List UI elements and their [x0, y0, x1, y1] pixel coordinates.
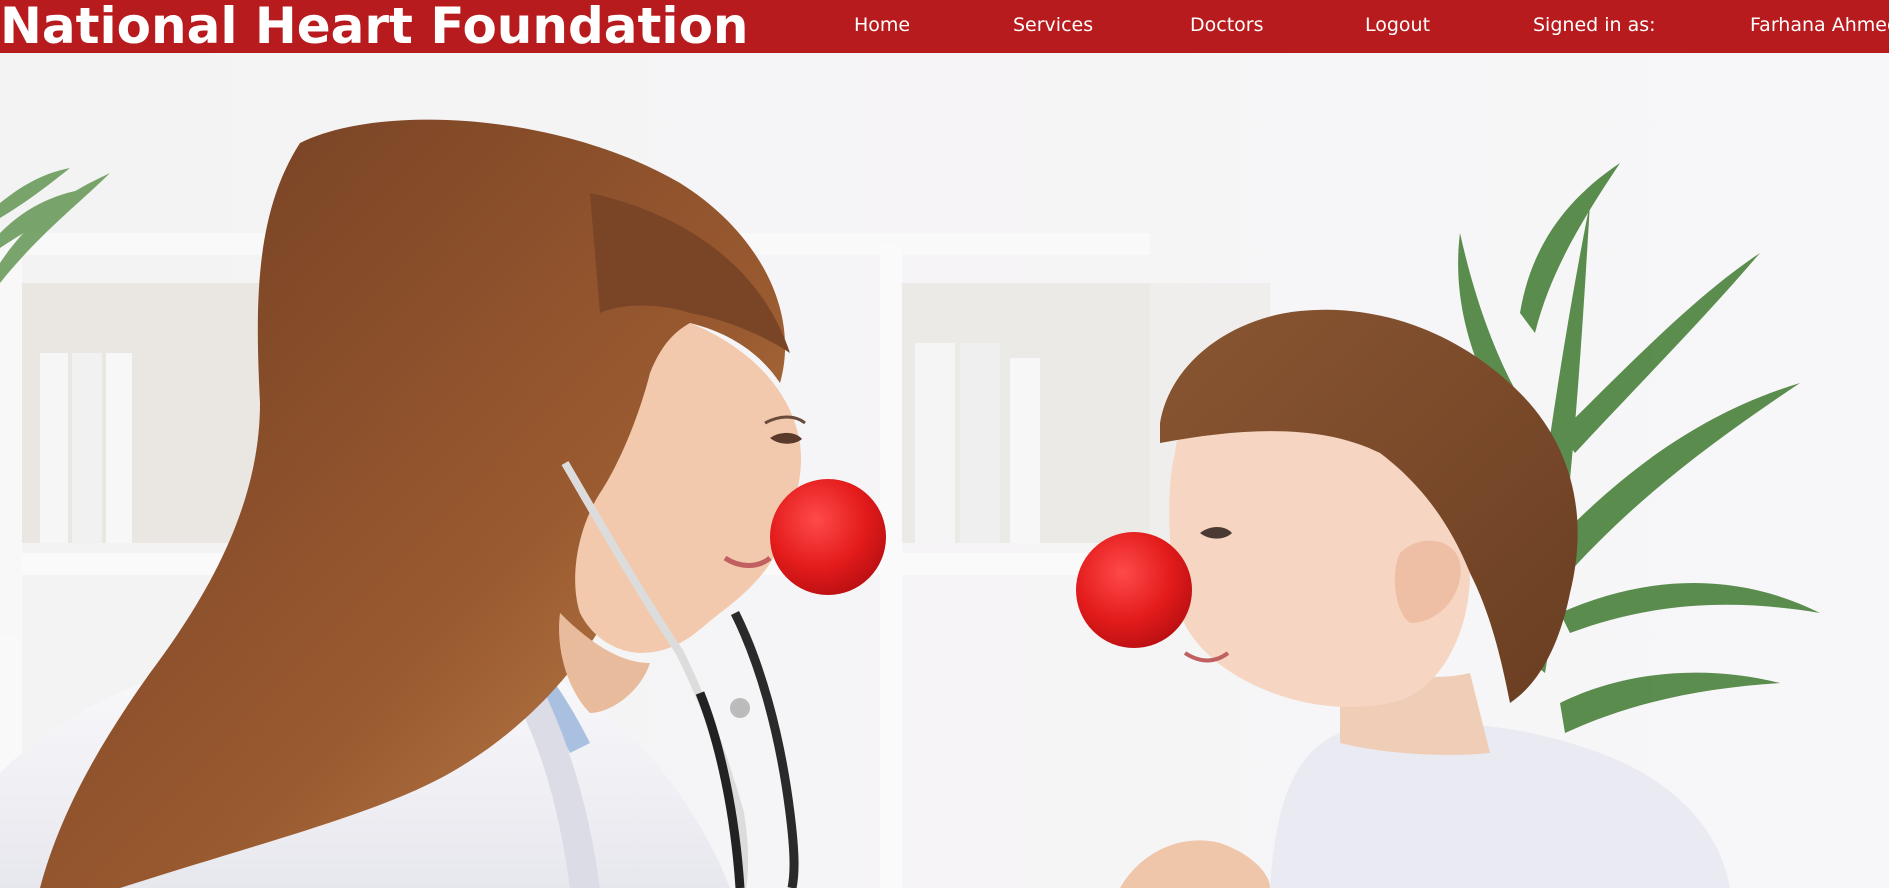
signed-in-user-name: Farhana Ahmed — [1750, 14, 1889, 36]
nav-logout-link[interactable]: Logout — [1365, 13, 1430, 37]
signed-in-label: Signed in as: — [1533, 14, 1656, 36]
nav-home-link[interactable]: Home — [854, 13, 910, 37]
nav-services-link[interactable]: Services — [1013, 13, 1093, 37]
header-navbar: National Heart Foundation Home Services … — [0, 0, 1889, 56]
hero-image — [0, 53, 1889, 888]
doctor-clown-nose — [770, 479, 886, 595]
nav-doctors-link[interactable]: Doctors — [1190, 13, 1264, 37]
site-brand-title[interactable]: National Heart Foundation — [0, 0, 749, 56]
child-clown-nose — [1076, 532, 1192, 648]
hero-photo-illustration — [0, 53, 1889, 888]
